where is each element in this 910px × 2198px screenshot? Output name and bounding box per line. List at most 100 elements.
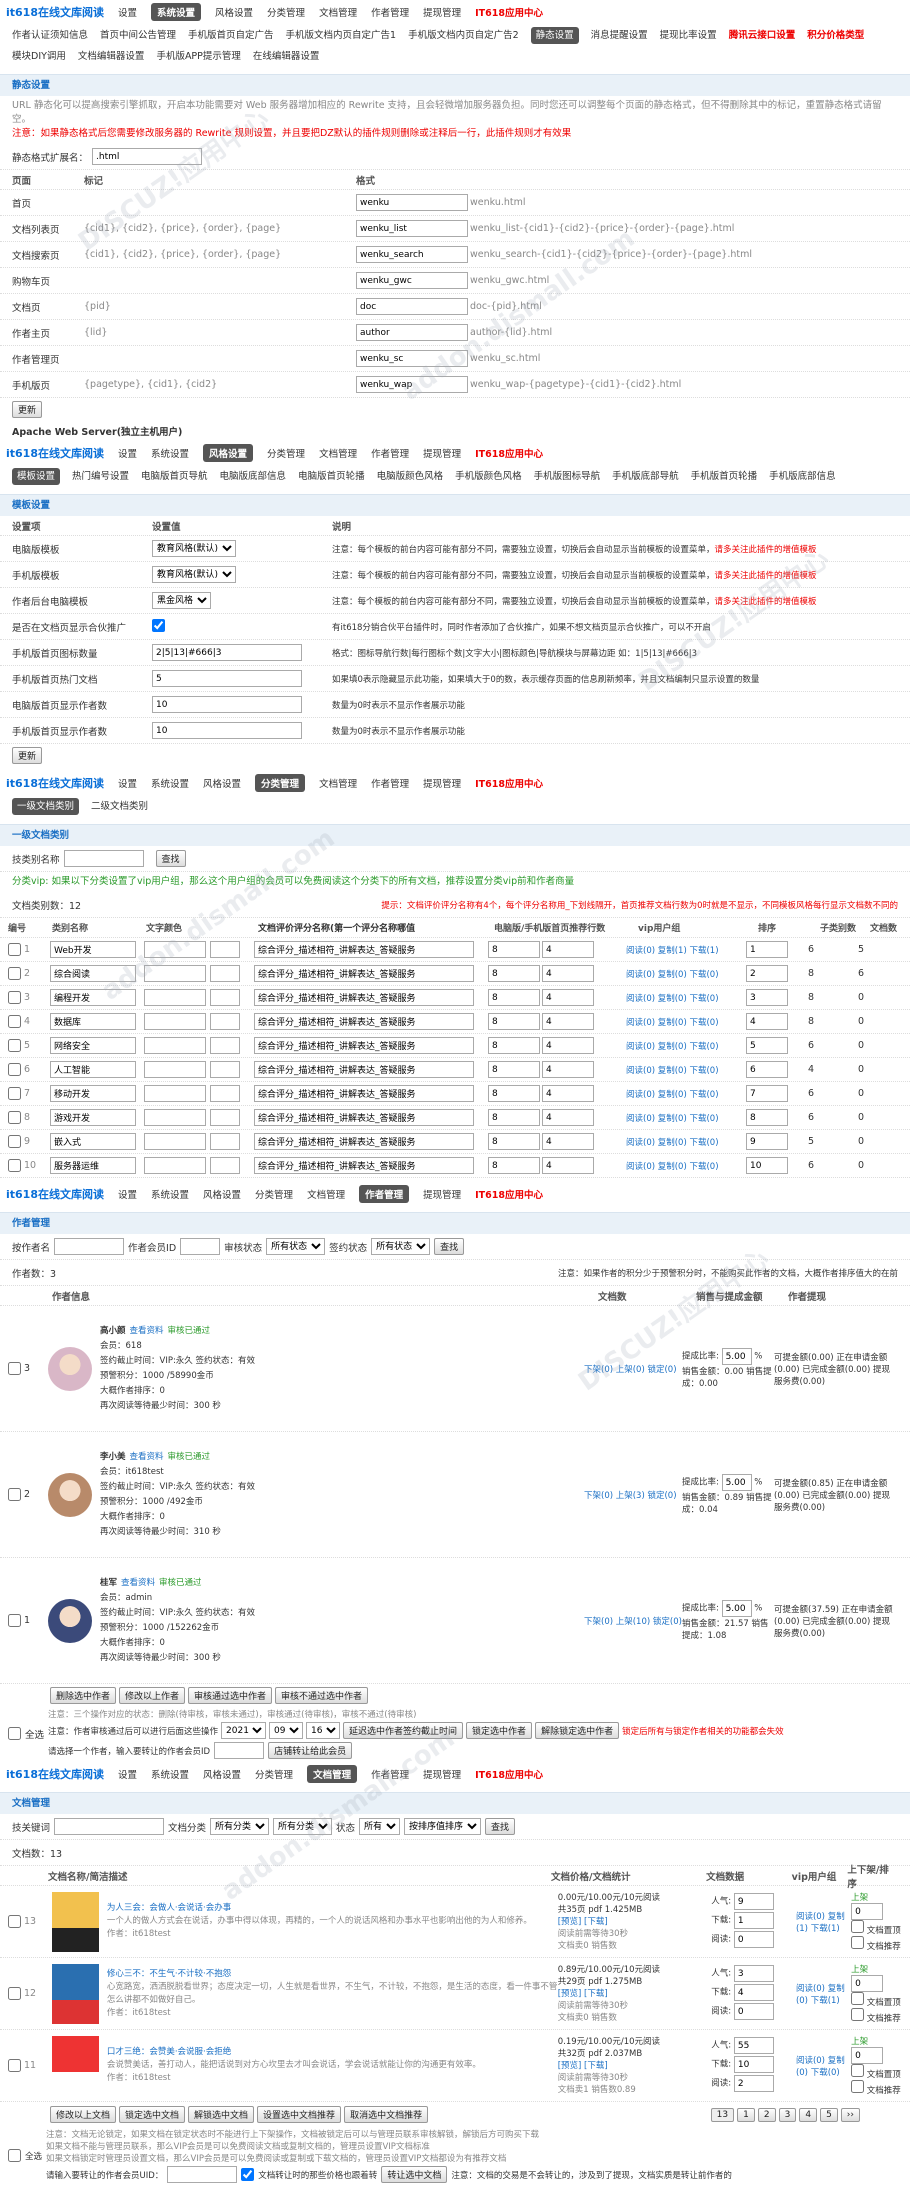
document-action-button[interactable]: 设置选中文档推荐 (257, 2106, 342, 2123)
document-links[interactable]: [预览] [下载] (558, 2060, 712, 2072)
category-pc-rows[interactable] (488, 941, 540, 958)
transfer-shop-input[interactable] (214, 1742, 265, 1759)
document-stat-input[interactable] (733, 1893, 774, 1910)
author-action-button[interactable]: 审核通过选中作者 (188, 1687, 273, 1704)
category-sort-input[interactable] (746, 965, 788, 982)
document-stat-input[interactable] (733, 1965, 774, 1982)
static-format-input[interactable] (356, 272, 468, 289)
category-sort-input[interactable] (746, 941, 788, 958)
submenu-item[interactable]: 模块DIY调用 (12, 48, 66, 65)
keyword-input[interactable] (54, 1818, 165, 1835)
category-color-picker[interactable] (210, 1133, 240, 1150)
submenu-item[interactable]: 提现比率设置 (660, 27, 717, 44)
row-checkbox[interactable] (8, 1015, 21, 1028)
lock-author-button[interactable]: 锁定选中作者 (466, 1722, 533, 1739)
category-vip[interactable]: 阅读(0) 复制(0) 下载(0) (626, 1016, 746, 1028)
submenu-item[interactable]: 手机版首页自定广告 (188, 27, 274, 44)
row-checkbox[interactable] (8, 1039, 21, 1052)
category-pc-rows[interactable] (488, 1133, 540, 1150)
tab-level2-category[interactable]: 二级文档类别 (91, 798, 148, 815)
nav-category[interactable]: 分类管理 (255, 1767, 293, 1781)
nav-category[interactable]: 分类管理 (267, 446, 305, 460)
nav-system-settings[interactable]: 系统设置 (151, 446, 189, 460)
category-color-picker[interactable] (210, 1037, 240, 1054)
pager-item[interactable]: ›› (840, 2107, 860, 2122)
style-submenu-item[interactable]: 热门编号设置 (72, 468, 129, 485)
nav-style-settings[interactable]: 风格设置 (215, 5, 253, 19)
document-top-checkbox[interactable] (851, 1992, 865, 2005)
nav-style-settings[interactable]: 风格设置 (203, 1767, 241, 1781)
nav-withdraw[interactable]: 提现管理 (423, 5, 461, 19)
nav-settings[interactable]: 设置 (118, 5, 137, 19)
pager-item[interactable]: 3 (778, 2107, 797, 2122)
document-vip[interactable]: 阅读(0) 复制(0) 下载(1) (796, 1982, 851, 2006)
category-vip[interactable]: 阅读(0) 复制(0) 下载(0) (626, 1112, 746, 1124)
nav-app-center[interactable]: IT618应用中心 (475, 1187, 543, 1201)
sort-select[interactable]: 按排序值排序 (404, 1818, 482, 1835)
document-stat-input[interactable] (733, 1931, 774, 1948)
document-checkbox[interactable] (8, 2059, 21, 2072)
template-select[interactable]: 黑金风格 (152, 592, 211, 609)
nav-style-settings[interactable]: 风格设置 (203, 776, 241, 790)
category-pc-rows[interactable] (488, 1037, 540, 1054)
submenu-item[interactable]: 积分价格类型 (807, 27, 864, 44)
category-color-input[interactable] (144, 1157, 206, 1174)
document-vip[interactable]: 阅读(0) 复制(0) 下载(0) (796, 2054, 851, 2078)
row-checkbox[interactable] (8, 967, 21, 980)
category-score-input[interactable] (254, 1157, 474, 1174)
nav-settings[interactable]: 设置 (118, 446, 137, 460)
category-color-picker[interactable] (210, 1061, 240, 1078)
month-select[interactable]: 09 (269, 1722, 304, 1739)
category-mobile-rows[interactable] (542, 1037, 594, 1054)
nav-app-center[interactable]: IT618应用中心 (475, 1767, 543, 1781)
document-links[interactable]: [预览] [下载] (558, 1916, 712, 1928)
category-name-input[interactable] (50, 1061, 136, 1078)
category-color-input[interactable] (144, 1037, 206, 1054)
style-submenu-item[interactable]: 手机版图标导航 (534, 468, 601, 485)
view-profile-link[interactable]: 查看资料 (121, 1578, 155, 1588)
nav-authors[interactable]: 作者管理 (371, 5, 409, 19)
year-select[interactable]: 2021 (221, 1722, 267, 1739)
submenu-item[interactable]: 在线编辑器设置 (253, 48, 320, 65)
category-vip[interactable]: 阅读(0) 复制(0) 下载(0) (626, 992, 746, 1004)
author-name-input[interactable] (54, 1238, 125, 1255)
nav-documents[interactable]: 文档管理 (307, 1765, 358, 1783)
static-format-input[interactable] (356, 220, 468, 237)
document-checkbox[interactable] (8, 1987, 21, 2000)
category-color-picker[interactable] (210, 965, 240, 982)
category-color-picker[interactable] (210, 1157, 240, 1174)
row-checkbox[interactable] (8, 1063, 21, 1076)
submenu-item[interactable]: 腾讯云接口设置 (729, 27, 796, 44)
category-sort-input[interactable] (746, 1061, 788, 1078)
style-submenu-item[interactable]: 手机版颜色风格 (455, 468, 522, 485)
row-checkbox[interactable] (8, 1111, 21, 1124)
author-search-button[interactable]: 查找 (434, 1238, 465, 1255)
document-stat-input[interactable] (733, 1912, 774, 1929)
template-select[interactable]: 教育风格(默认) (152, 540, 236, 557)
nav-style-settings[interactable]: 风格设置 (203, 444, 254, 462)
nav-authors[interactable]: 作者管理 (371, 446, 409, 460)
submenu-item[interactable]: 手机版文档内页自定广告1 (286, 27, 397, 44)
document-action-button[interactable]: 锁定选中文档 (119, 2106, 186, 2123)
category-color-picker[interactable] (210, 1109, 240, 1126)
author-action-button[interactable]: 删除选中作者 (50, 1687, 117, 1704)
document-top-checkbox[interactable] (851, 2064, 865, 2077)
nav-settings[interactable]: 设置 (118, 1187, 137, 1201)
category-mobile-rows[interactable] (542, 965, 594, 982)
document-checkbox[interactable] (8, 1915, 21, 1928)
static-submit-button[interactable]: 更新 (12, 401, 43, 418)
status-select[interactable]: 所有 (359, 1818, 401, 1835)
category-score-input[interactable] (254, 941, 474, 958)
document-stat-input[interactable] (733, 2075, 774, 2092)
document-stat-input[interactable] (733, 2037, 774, 2054)
document-title[interactable]: 为人三会：会做人·会说话·会办事 (107, 1902, 558, 1915)
document-vip[interactable]: 阅读(0) 复制(1) 下载(1) (796, 1910, 851, 1934)
category-score-input[interactable] (254, 1037, 474, 1054)
category-color-input[interactable] (144, 1109, 206, 1126)
submenu-item[interactable]: 消息提醒设置 (591, 27, 648, 44)
nav-category[interactable]: 分类管理 (255, 1187, 293, 1201)
template-input[interactable] (152, 722, 302, 739)
nav-app-center[interactable]: IT618应用中心 (475, 5, 543, 19)
category-search-button[interactable]: 查找 (155, 850, 186, 867)
document-action-button[interactable]: 取消选中文档推荐 (344, 2106, 429, 2123)
